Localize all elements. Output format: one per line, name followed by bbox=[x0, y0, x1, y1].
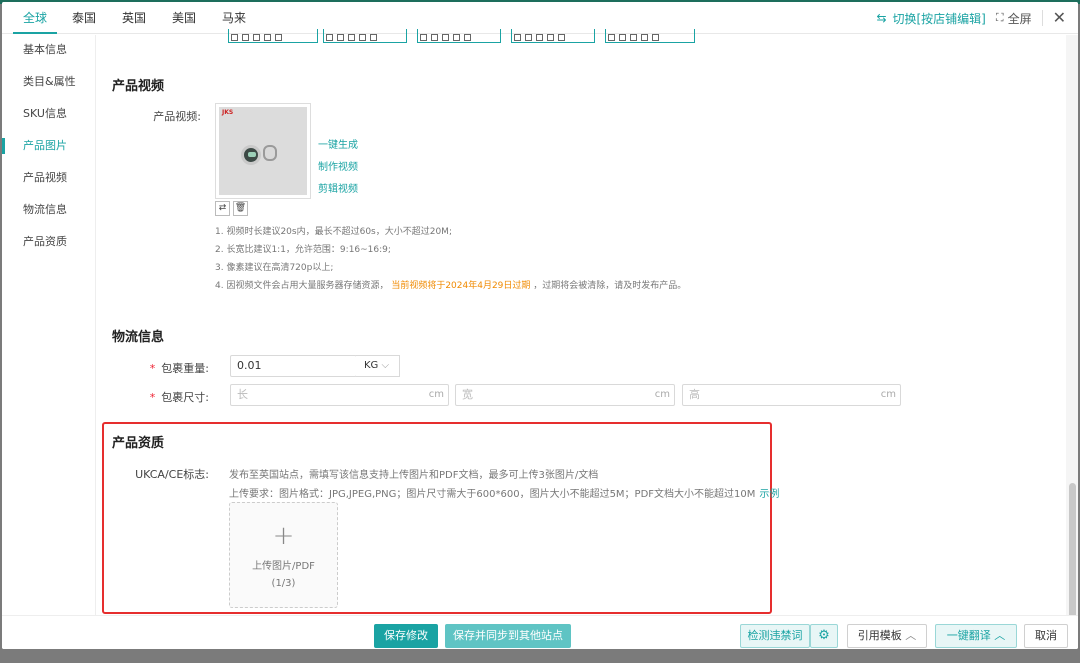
cancel-button[interactable]: 取消 bbox=[1024, 624, 1068, 648]
length-input[interactable]: 长 cm bbox=[230, 384, 449, 406]
width-input[interactable]: 宽 cm bbox=[455, 384, 675, 406]
video-actions: ⇄ 🗑 bbox=[215, 201, 248, 216]
thumbnail-logo: JKS bbox=[222, 109, 234, 116]
template-dropdown-button[interactable]: 引用模板 ︿ bbox=[847, 624, 927, 648]
video-section-title: 产品视频 bbox=[112, 79, 165, 94]
qualification-highlight-box bbox=[102, 422, 772, 614]
background-page-strip bbox=[0, 649, 1080, 663]
width-unit: cm bbox=[654, 389, 670, 400]
image-toolbar-2[interactable] bbox=[323, 29, 407, 43]
logistics-section-title: 物流信息 bbox=[112, 330, 165, 345]
video-notes: 1. 视频时长建议20s内，最长不超过60s，大小不超过20M; 2. 长宽比建… bbox=[215, 224, 686, 296]
chevron-down-icon: ⌵ bbox=[381, 360, 390, 371]
qualification-section-title: 产品资质 bbox=[112, 436, 165, 451]
length-unit: cm bbox=[428, 389, 444, 400]
header-divider bbox=[1041, 10, 1043, 26]
scrollbar-thumb[interactable] bbox=[1069, 483, 1076, 625]
weight-label: * 包裹重量: bbox=[149, 362, 209, 375]
gear-icon[interactable]: ⚙ bbox=[810, 624, 838, 648]
chevron-up-icon: ︿ bbox=[905, 629, 917, 642]
switch-label: 切换[按店铺编辑] bbox=[892, 11, 986, 26]
video-note-3: 3. 像素建议在高清720p以上; bbox=[215, 263, 334, 273]
tab-global[interactable]: 全球 bbox=[12, 2, 58, 34]
generate-video-link[interactable]: 一键生成 bbox=[318, 139, 358, 161]
image-toolbar-5[interactable] bbox=[605, 29, 695, 43]
image-toolbar-3[interactable] bbox=[417, 29, 501, 43]
section-sidebar: 基本信息 类目&属性 SKU信息 产品图片 产品视频 物流信息 产品资质 bbox=[2, 35, 96, 615]
tab-us[interactable]: 美国 bbox=[172, 2, 196, 34]
weight-unit-select[interactable]: KG ⌵ bbox=[356, 355, 400, 377]
sidebar-item-product-images[interactable]: 产品图片 bbox=[2, 135, 96, 157]
video-note-2: 2. 长宽比建议1:1，允许范围：9:16~16:9; bbox=[215, 245, 391, 255]
video-thumbnail: JKS bbox=[219, 107, 307, 195]
fullscreen-icon: ⛶ bbox=[995, 11, 1004, 24]
tab-thailand[interactable]: 泰国 bbox=[72, 2, 96, 34]
qualification-hint-2: 上传要求：图片格式：JPG,JPEG,PNG；图片尺寸需大于600*600，图片… bbox=[229, 489, 780, 500]
sidebar-item-product-video[interactable]: 产品视频 bbox=[2, 167, 96, 189]
switch-icon: ⇆ bbox=[876, 11, 887, 25]
fullscreen-button[interactable]: ⛶ 全屏 bbox=[996, 10, 1032, 27]
product-edit-modal: 全球 泰国 英国 美国 马来 ⇆ 切换[按店铺编辑] ⛶ 全屏 ✕ 基本信息 类… bbox=[2, 2, 1078, 649]
image-toolbar-4[interactable] bbox=[511, 29, 595, 43]
video-links: 一键生成 制作视频 剪辑视频 bbox=[318, 139, 358, 205]
header-actions: ⇆ 切换[按店铺编辑] ⛶ 全屏 ✕ bbox=[876, 2, 1078, 34]
footer-actions: 保存修改 保存并同步到其他站点 检测违禁词 ⚙ 引用模板 ︿ 一键翻译 ︿ 取消 bbox=[2, 615, 1078, 649]
scrollbar[interactable] bbox=[1066, 35, 1078, 625]
video-note-4: 4. 因视频文件会占用大量服务器存储资源， 当前视频将于2024年4月29日过期… bbox=[215, 281, 687, 291]
make-video-link[interactable]: 制作视频 bbox=[318, 161, 358, 183]
save-sync-button[interactable]: 保存并同步到其他站点 bbox=[445, 624, 571, 648]
chevron-up-icon: ︿ bbox=[994, 629, 1006, 642]
upload-label: 上传图片/PDF bbox=[252, 561, 315, 572]
translate-dropdown-button[interactable]: 一键翻译 ︿ bbox=[935, 624, 1017, 648]
height-input[interactable]: 高 cm bbox=[682, 384, 901, 406]
sidebar-item-category[interactable]: 类目&属性 bbox=[2, 71, 96, 93]
fullscreen-label: 全屏 bbox=[1007, 11, 1032, 26]
video-thumbnail-card[interactable]: JKS bbox=[215, 103, 311, 199]
switch-edit-mode-link[interactable]: ⇆ 切换[按店铺编辑] bbox=[876, 10, 985, 27]
sidebar-item-logistics[interactable]: 物流信息 bbox=[2, 199, 96, 221]
close-icon[interactable]: ✕ bbox=[1053, 10, 1066, 26]
upload-dropzone[interactable]: + 上传图片/PDF (1/3) bbox=[229, 502, 338, 608]
sidebar-item-basic-info[interactable]: 基本信息 bbox=[2, 39, 96, 61]
sidebar-item-qualification[interactable]: 产品资质 bbox=[2, 231, 96, 253]
edit-video-link[interactable]: 剪辑视频 bbox=[318, 183, 358, 205]
height-unit: cm bbox=[880, 389, 896, 400]
sidebar-item-sku[interactable]: SKU信息 bbox=[2, 103, 96, 125]
upload-count: (1/3) bbox=[271, 578, 296, 589]
replace-icon[interactable]: ⇄ bbox=[215, 201, 230, 216]
qualification-hint-1: 发布至英国站点，需填写该信息支持上传图片和PDF文档，最多可上传3张图片/文档 bbox=[229, 470, 599, 481]
weight-input[interactable]: 0.01 bbox=[230, 355, 357, 377]
size-label: * 包裹尺寸: bbox=[149, 391, 209, 404]
tab-uk[interactable]: 英国 bbox=[122, 2, 146, 34]
video-expiry-warning: 当前视频将于2024年4月29日过期 bbox=[391, 281, 531, 291]
save-button[interactable]: 保存修改 bbox=[374, 624, 438, 648]
video-note-1: 1. 视频时长建议20s内，最长不超过60s，大小不超过20M; bbox=[215, 227, 452, 237]
check-prohibited-words-button[interactable]: 检测违禁词 bbox=[740, 624, 810, 648]
ukca-label: UKCA/CE标志: bbox=[135, 468, 209, 481]
main-content: 产品视频 产品视频: JKS ⇄ 🗑 一键生成 制作视频 剪辑视频 1. 视频时… bbox=[97, 29, 1066, 615]
delete-icon[interactable]: 🗑 bbox=[233, 201, 248, 216]
plus-icon: + bbox=[272, 521, 295, 551]
video-label: 产品视频: bbox=[153, 110, 201, 123]
image-toolbar-1[interactable] bbox=[228, 29, 318, 43]
example-link[interactable]: 示例 bbox=[759, 489, 779, 500]
